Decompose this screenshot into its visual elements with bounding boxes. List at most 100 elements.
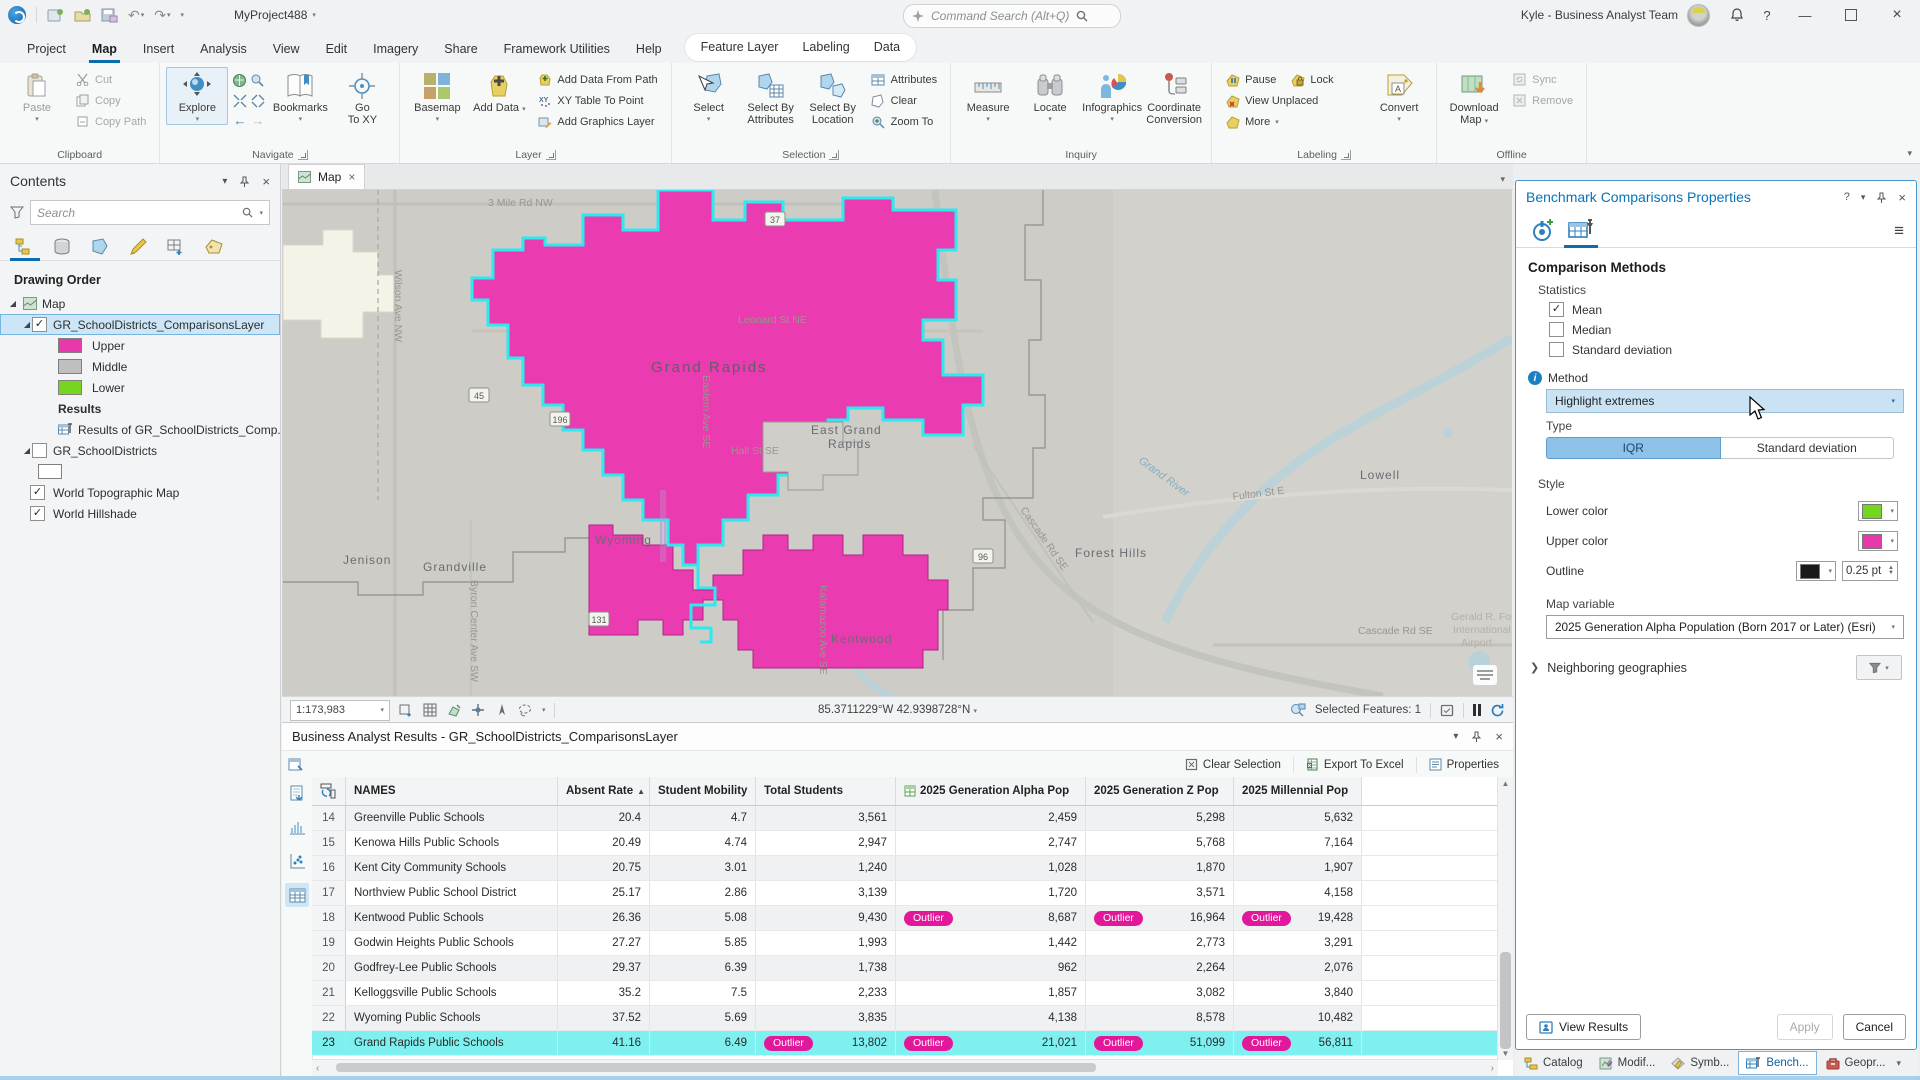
apply-button[interactable]: Apply: [1777, 1014, 1833, 1040]
properties-button[interactable]: Properties: [1421, 755, 1507, 774]
coordinate-conversion-button[interactable]: CoordinateConversion: [1143, 67, 1205, 128]
row-number[interactable]: 21: [312, 981, 346, 1005]
paste-button[interactable]: Paste▾: [6, 67, 68, 125]
zoom-selection-icon[interactable]: [250, 73, 265, 88]
maximize-button[interactable]: [1828, 0, 1874, 30]
ribbon-tab-share[interactable]: Share: [431, 36, 490, 63]
select-button[interactable]: Select▾: [678, 67, 740, 125]
map-coordinates[interactable]: 85.3711229°W 42.9398728°N: [818, 704, 970, 716]
select-by-attributes-button[interactable]: Select ByAttributes: [740, 67, 802, 128]
refresh-icon[interactable]: [1490, 703, 1505, 718]
table-row[interactable]: 17Northview Public School District25.172…: [312, 881, 1513, 906]
selection-box-icon[interactable]: [1440, 704, 1454, 717]
ribbon-tab-help[interactable]: Help: [623, 36, 675, 63]
dock-tab-geoprocessing[interactable]: Geopr...: [1819, 1052, 1893, 1074]
map-scale-select[interactable]: 1:173,983▾: [290, 700, 390, 721]
full-extent-icon[interactable]: [232, 73, 247, 88]
filter-icon[interactable]: [10, 206, 24, 219]
checkbox-mean[interactable]: ✓Mean: [1549, 302, 1904, 317]
list-by-drawing-order-icon[interactable]: [12, 236, 36, 258]
fixed-zoom-out-icon[interactable]: [251, 94, 265, 108]
column-header-absent[interactable]: Absent Rate▲: [558, 777, 650, 805]
contents-search-input[interactable]: Search ▾: [30, 200, 270, 225]
zoom-to-button[interactable]: Zoom To: [864, 111, 944, 132]
table-row[interactable]: 22Wyoming Public Schools37.525.693,8354,…: [312, 1006, 1513, 1031]
visibility-checkbox[interactable]: ✓: [30, 506, 45, 521]
dock-overflow-chevron-icon[interactable]: ▾: [1896, 1058, 1901, 1069]
convert-labels-button[interactable]: A Convert▾: [1368, 67, 1430, 125]
fixed-zoom-in-icon[interactable]: [233, 94, 247, 108]
ribbon-tab-analysis[interactable]: Analysis: [187, 36, 260, 63]
command-search-input[interactable]: Command Search (Alt+Q): [903, 4, 1121, 28]
explore-button[interactable]: Explore▾: [166, 67, 228, 125]
tab-setup-icon[interactable]: [1528, 217, 1558, 243]
avatar[interactable]: [1687, 4, 1710, 27]
layer-item-world-hillshade[interactable]: ✓World Hillshade: [0, 503, 280, 524]
symbol-swatch-lower[interactable]: Lower: [0, 377, 280, 398]
bookmarks-button[interactable]: Bookmarks▾: [269, 67, 331, 125]
panel-options-menu-icon[interactable]: ≡: [1894, 222, 1904, 239]
list-by-selection-icon[interactable]: [88, 236, 112, 258]
go-to-xy-button[interactable]: GoTo XY: [331, 67, 393, 128]
list-by-data-source-icon[interactable]: [50, 236, 74, 258]
copy-path-button[interactable]: Copy Path: [68, 111, 153, 132]
view-results-button[interactable]: View Results: [1526, 1014, 1641, 1040]
visibility-checkbox[interactable]: [32, 443, 47, 458]
notifications-bell-icon[interactable]: [1722, 0, 1752, 30]
ribbon-tab-edit[interactable]: Edit: [313, 36, 361, 63]
chart-view-icon[interactable]: [285, 815, 309, 839]
grid-icon[interactable]: [422, 702, 438, 718]
method-dropdown[interactable]: Highlight extremes▾: [1546, 389, 1904, 413]
contextual-tab-data[interactable]: Data: [862, 34, 912, 61]
view-unplaced-button[interactable]: View Unplaced: [1218, 90, 1368, 111]
visibility-checkbox[interactable]: ✓: [30, 485, 45, 500]
row-number[interactable]: 14: [312, 806, 346, 830]
layer-launcher-icon[interactable]: [546, 150, 556, 160]
add-graphics-layer-button[interactable]: Add Graphics Layer: [530, 111, 664, 132]
results-table-icon[interactable]: [288, 757, 303, 772]
expander-chevron-icon[interactable]: ❯: [1530, 661, 1539, 674]
next-extent-icon[interactable]: →: [251, 113, 264, 128]
column-header-mobility[interactable]: Student Mobility: [650, 777, 756, 805]
report-view-icon[interactable]: [285, 781, 309, 805]
dock-tab-modify[interactable]: Modif...: [1592, 1052, 1663, 1074]
row-number[interactable]: 17: [312, 881, 346, 905]
list-by-snapping-icon[interactable]: [164, 236, 188, 258]
layer-item-gr_schooldistricts[interactable]: ◢GR_SchoolDistricts: [0, 440, 280, 461]
minimize-button[interactable]: —: [1782, 0, 1828, 30]
scroll-right-icon[interactable]: ›: [1491, 1063, 1494, 1074]
help-button[interactable]: ?: [1752, 0, 1782, 30]
add-bookmark-icon[interactable]: [398, 702, 414, 718]
close-button[interactable]: ×: [1874, 0, 1920, 30]
table-row[interactable]: 23Grand Rapids Public Schools41.166.49Ou…: [312, 1031, 1513, 1056]
map-view-tab[interactable]: Map ×: [288, 164, 365, 189]
pause-labeling-button[interactable]: Pause: [1218, 69, 1283, 90]
horizontal-scrollbar[interactable]: ‹ ›: [312, 1059, 1498, 1076]
column-header-mill[interactable]: 2025 Millennial Pop: [1234, 777, 1362, 805]
column-header-z[interactable]: 2025 Generation Z Pop: [1086, 777, 1234, 805]
ribbon-tab-framework-utilities[interactable]: Framework Utilities: [491, 36, 623, 63]
table-row[interactable]: 19Godwin Heights Public Schools27.275.85…: [312, 931, 1513, 956]
symbol-swatch-upper[interactable]: Upper: [0, 335, 280, 356]
previous-extent-icon[interactable]: ←: [233, 113, 246, 128]
pin-icon[interactable]: [1876, 192, 1887, 203]
row-number[interactable]: 22: [312, 1006, 346, 1030]
ribbon-tab-project[interactable]: Project: [14, 36, 79, 63]
infographics-button[interactable]: Infographics▾: [1081, 67, 1143, 125]
cut-button[interactable]: Cut: [68, 69, 153, 90]
symbol-swatch-empty[interactable]: [0, 461, 280, 482]
visibility-checkbox[interactable]: ✓: [32, 317, 47, 332]
pin-icon[interactable]: [1471, 731, 1482, 742]
list-by-editing-icon[interactable]: [126, 236, 150, 258]
add-data-from-path-button[interactable]: Add Data From Path: [530, 69, 664, 90]
outline-color-picker[interactable]: ▾: [1796, 561, 1836, 581]
layer-item-gr_schooldistricts_comparisonslayer[interactable]: ◢✓GR_SchoolDistricts_ComparisonsLayer: [0, 314, 280, 335]
tool-options-chevron-icon[interactable]: ▾: [542, 706, 546, 714]
ribbon-tab-imagery[interactable]: Imagery: [360, 36, 431, 63]
layer-item-map[interactable]: ◢Map: [0, 293, 280, 314]
dock-tab-symbology[interactable]: Symb...: [1664, 1052, 1736, 1074]
neighboring-filter-button[interactable]: ▾: [1856, 655, 1902, 680]
clear-selection-button[interactable]: Clear Selection: [1177, 755, 1289, 774]
table-row[interactable]: 16Kent City Community Schools20.753.011,…: [312, 856, 1513, 881]
column-header-alpha[interactable]: 2025 Generation Alpha Pop: [896, 777, 1086, 805]
